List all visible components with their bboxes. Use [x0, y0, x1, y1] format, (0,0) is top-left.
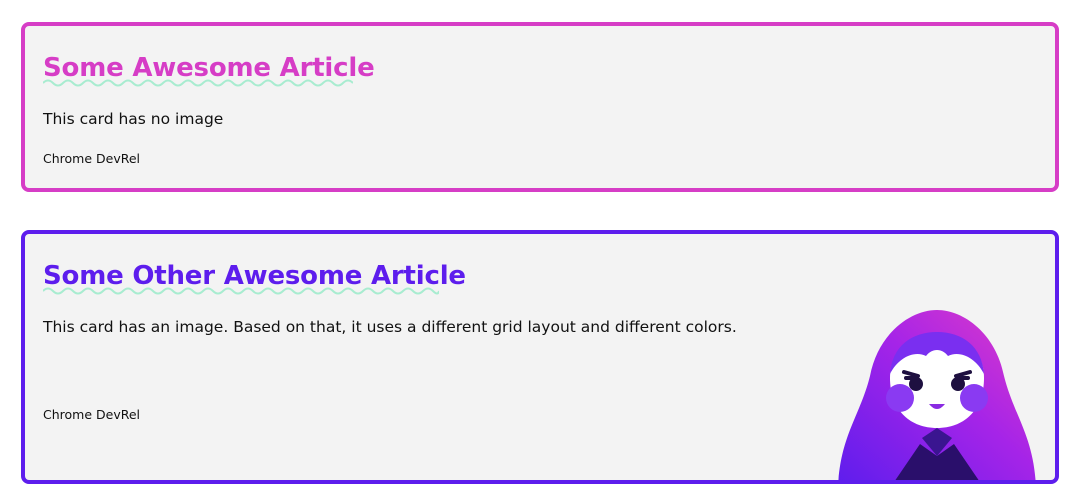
card-description: This card has an image. Based on that, i… [43, 318, 737, 336]
squiggle-underline [43, 79, 353, 87]
card-author: Chrome DevRel [43, 151, 141, 166]
card-author: Chrome DevRel [43, 407, 141, 422]
card-description: This card has no image [43, 110, 224, 128]
article-card-no-image: Some Awesome Article This card has no im… [21, 22, 1059, 192]
article-card-with-image: Some Other Awesome Article This card has… [21, 230, 1059, 484]
matryoshka-doll-icon [838, 310, 1036, 480]
squiggle-underline [43, 287, 439, 295]
